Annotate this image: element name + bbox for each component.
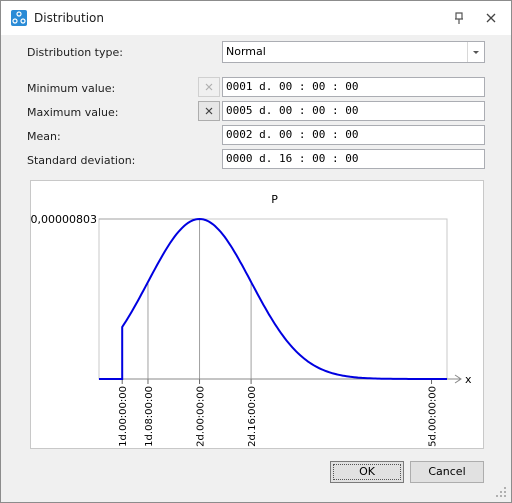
clear-maximum-button[interactable]: [198, 101, 220, 121]
title-bar: Distribution: [1, 1, 511, 35]
x-tick-label: 1d.08:00:00: [144, 386, 155, 447]
x-tick-label: 1d.00:00:00: [118, 386, 129, 447]
distribution-plot: P 0,00000803 x 1d.00:00:00 1d.08:00:00 2d.00:…: [30, 180, 484, 449]
distribution-dialog: Distribution Distribution type: Normal M…: [0, 0, 512, 503]
x-tick-label: 2d.16:00:00: [247, 386, 258, 447]
distribution-type-label: Distribution type:: [27, 46, 123, 59]
mean-label: Mean:: [27, 130, 61, 143]
window-title: Distribution: [34, 11, 105, 25]
pin-icon[interactable]: [451, 10, 467, 26]
chevron-down-icon: [473, 51, 479, 54]
dropdown-button[interactable]: [467, 42, 484, 62]
standard-deviation-label: Standard deviation:: [27, 154, 136, 167]
resize-grip-icon[interactable]: [495, 486, 507, 498]
ok-button[interactable]: OK: [330, 461, 404, 483]
distribution-type-select[interactable]: Normal: [222, 41, 485, 63]
distribution-app-icon: [11, 10, 27, 26]
minimum-value-label: Minimum value:: [27, 82, 116, 95]
maximum-value-field[interactable]: 0005 d. 00 : 00 : 00: [222, 101, 485, 121]
distribution-type-value: Normal: [226, 45, 266, 58]
maximum-value-label: Maximum value:: [27, 106, 119, 119]
x-axis-label: x: [465, 373, 472, 386]
x-tick-label: 5d.00:00:00: [428, 386, 439, 447]
mean-field[interactable]: 0002 d. 00 : 00 : 00: [222, 125, 485, 145]
y-max-label: 0,00000803: [31, 213, 97, 226]
clear-minimum-button[interactable]: [198, 77, 220, 97]
plot-frame: [98, 218, 448, 380]
close-icon[interactable]: [483, 10, 499, 26]
clear-icon: [205, 83, 213, 91]
density-curve: [99, 217, 447, 380]
x-tick-label: 2d.00:00:00: [196, 386, 207, 447]
cancel-button[interactable]: Cancel: [410, 461, 484, 483]
minimum-value-field[interactable]: 0001 d. 00 : 00 : 00: [222, 77, 485, 97]
clear-icon: [205, 107, 213, 115]
standard-deviation-field[interactable]: 0000 d. 16 : 00 : 00: [222, 149, 485, 169]
density-chart: P 0,00000803 x 1d.00:00:00 1d.08:00:00 2d.00:…: [31, 193, 472, 447]
chart-title: P: [271, 193, 278, 206]
